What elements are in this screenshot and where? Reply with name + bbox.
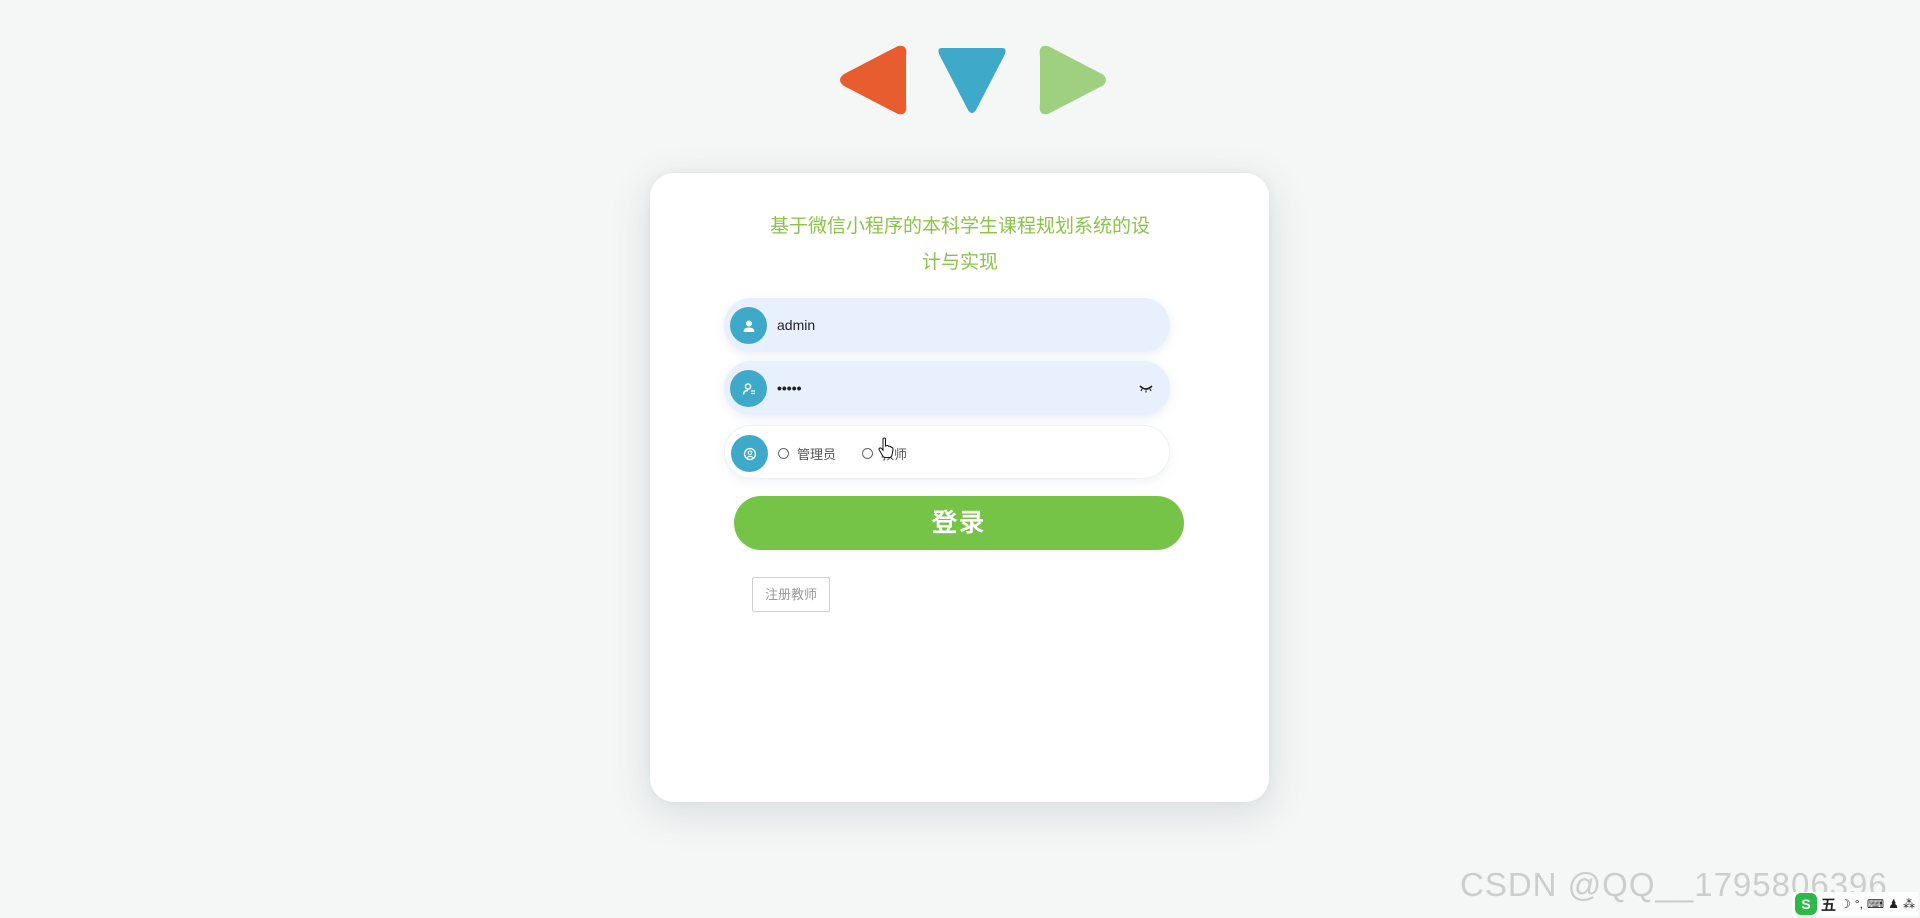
radio-teacher[interactable] xyxy=(862,447,874,459)
title-line-2: 计与实现 xyxy=(921,252,998,273)
role-icon xyxy=(731,435,768,472)
ime-toolbar: S 五 ☽ °, ⌨ ♟ ⁂ xyxy=(1791,892,1918,916)
hand-cursor-icon xyxy=(878,437,894,458)
username-field[interactable]: admin xyxy=(724,298,1170,352)
punctuation-icon[interactable]: °, xyxy=(1855,897,1863,911)
role-option-admin[interactable]: 管理员 xyxy=(778,444,836,463)
role-option-admin-label: 管理员 xyxy=(797,446,837,462)
keyboard-icon[interactable]: ⌨ xyxy=(1867,897,1884,911)
register-teacher-button[interactable]: 注册教师 xyxy=(752,577,830,612)
right-triangle-icon xyxy=(1038,40,1110,120)
password-field[interactable]: ••••• xyxy=(724,361,1170,415)
password-icon xyxy=(730,370,767,407)
password-input[interactable]: ••••• xyxy=(777,361,802,415)
user-icon xyxy=(730,307,767,344)
down-triangle-icon xyxy=(934,40,1010,120)
username-input[interactable]: admin xyxy=(777,298,815,352)
user-skin-icon[interactable]: ♟ xyxy=(1888,897,1899,911)
ime-mode-label[interactable]: 五 xyxy=(1821,894,1836,915)
eye-closed-icon[interactable] xyxy=(1138,381,1154,395)
tools-grid-icon[interactable]: ⁂ xyxy=(1903,897,1915,911)
role-field: 管理员 教师 xyxy=(724,425,1170,479)
title-line-1: 基于微信小程序的本科学生课程规划系统的设 xyxy=(769,216,1150,237)
ime-logo-icon[interactable]: S xyxy=(1794,893,1817,915)
role-radio-group: 管理员 教师 xyxy=(778,426,933,480)
login-card: 基于微信小程序的本科学生课程规划系统的设 计与实现 admin ••••• 管理… xyxy=(650,173,1269,802)
left-triangle-icon xyxy=(836,40,908,120)
login-page: 基于微信小程序的本科学生课程规划系统的设 计与实现 admin ••••• 管理… xyxy=(0,0,1920,918)
radio-admin[interactable] xyxy=(778,447,789,459)
moon-icon[interactable]: ☽ xyxy=(1840,897,1851,911)
system-title: 基于微信小程序的本科学生课程规划系统的设 计与实现 xyxy=(750,209,1170,281)
login-button[interactable]: 登录 xyxy=(734,496,1184,550)
